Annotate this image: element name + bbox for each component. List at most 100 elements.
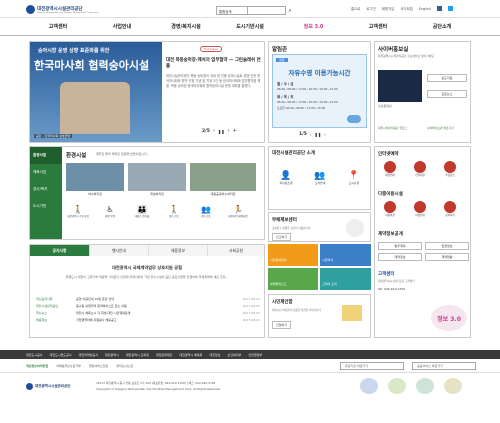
tile-history[interactable]: 시민역사 — [320, 244, 371, 266]
list-item[interactable]: 대전시설관리공단 웅수동 상업지역 원격하이스트 장소 이용 2017-08-03 — [36, 304, 260, 308]
banner-photo[interactable]: 숭아시장 운영 상향 표준화를 위한 한국마사회 협력숭아시설 공단 - 한국마… — [30, 42, 162, 142]
env-icon-2[interactable]: ♿ 현장 목적 — [98, 205, 122, 218]
next-icon[interactable]: › — [228, 128, 230, 134]
env-icon-3[interactable]: 👪 대청소 음식물 — [130, 205, 154, 218]
person-icon: 🚶 — [73, 205, 83, 214]
tab-env[interactable]: 환경사업 — [30, 147, 62, 164]
list-item[interactable]: 채용정보 가임행렬하체 자원봉사 채용공고 2017-08-01 — [36, 318, 260, 322]
logo[interactable]: 대전광역시시설관리공단 Daejeon Metropolitan City Fa… — [26, 5, 99, 14]
footer-link-5[interactable]: 대전광역시 교육청 — [126, 353, 149, 357]
footer-link-7[interactable]: 대전광역시 체육회 — [179, 353, 202, 357]
contract-btn-1[interactable]: 발주계획 — [378, 242, 422, 250]
twitter-icon[interactable] — [447, 6, 453, 11]
intro-section: 대전시설관리공단 소개 👤 이사장소개 👥 조직안내 📍 오시는길 — [268, 146, 371, 210]
policy-link[interactable]: 개인정보처리방침 — [26, 364, 48, 368]
cyber-more[interactable]: 홍보동영상 — [378, 104, 392, 108]
env-photo-1[interactable]: 하수처리장 — [66, 163, 124, 196]
tab-social[interactable]: 사회공헌 — [207, 245, 264, 256]
pr-link[interactable]: 사이버홍보관 바로가기 — [427, 126, 469, 130]
multi-3[interactable]: 공지하기 — [439, 201, 461, 217]
tab-welfare[interactable]: 경사/복지 — [30, 181, 62, 198]
util-login[interactable]: 로그인 — [366, 6, 375, 11]
search-select[interactable]: 통합검색 — [216, 6, 248, 15]
gnb-item-business[interactable]: 사업안내 — [90, 23, 154, 30]
cyber-video[interactable] — [378, 70, 422, 102]
search-icon[interactable]: ⌕ — [286, 6, 294, 15]
gnb-item-customer[interactable]: 고객센터 — [26, 23, 90, 30]
intro-ceo[interactable]: 👤 이사장소개 — [275, 171, 297, 185]
board-title[interactable]: 대전광역시 국제계약업무 상호지원 공협 — [30, 265, 264, 271]
contract-btn-3[interactable]: 계약정보 — [378, 253, 422, 261]
gnb-item-welfare[interactable]: 경영/복지시설 — [154, 23, 218, 30]
intro-map[interactable]: 📍 오시는길 — [343, 171, 365, 185]
footer-link-8[interactable]: 대전정보 — [209, 353, 220, 357]
footer-link-4[interactable]: 대전광역시 — [105, 353, 119, 357]
notice-prev-icon[interactable]: ‹ — [310, 132, 312, 137]
contract-btn-4[interactable]: 계약현황 — [425, 253, 469, 261]
public-select[interactable]: 공공서비스 바로가기 — [412, 361, 476, 370]
multi-2[interactable]: 이용안내 — [409, 201, 431, 217]
cert-mark-4-icon[interactable] — [444, 378, 462, 394]
env-photo-2[interactable]: 위생처리장 — [128, 163, 186, 196]
gnb-item-center[interactable]: 고객센터 — [346, 23, 410, 30]
cert-mark-3-icon[interactable] — [416, 378, 434, 394]
gnb-item-urban[interactable]: 도시기반시설 — [218, 23, 282, 30]
charter-link[interactable]: 행정서비스헌장 — [89, 364, 108, 368]
list-item[interactable]: 최신공지사항 공연 이용안내 10월 휴관 안내 2017-08-03 — [36, 297, 260, 301]
related-select[interactable]: 유관기관 바로가기 — [340, 361, 404, 370]
tab-notice[interactable]: 공지사항 — [30, 245, 89, 256]
cert-mark-2-icon[interactable] — [388, 378, 406, 394]
pf-button[interactable]: 신고하기 — [272, 233, 292, 241]
env-icon-4[interactable]: 🚶 현수 선도 — [162, 205, 186, 218]
list-item[interactable]: 최신뉴스 대전시 체육소시 각 회생 대전 시민행복운영 2017-08-03 — [36, 311, 260, 315]
env-icon-5[interactable]: 👥 공동 선도 — [194, 205, 218, 218]
footer-link-9[interactable]: 보건복지부 — [228, 353, 242, 357]
footer-link-1[interactable]: 대전도시공사 — [26, 353, 43, 357]
gnb-item-info[interactable]: 정보 3.0 — [282, 23, 346, 30]
tab-events[interactable]: 행사안내 — [89, 245, 148, 256]
notice-box[interactable]: 알림 자유수영 이용가능시간 월 / 수 / 금 06:00~08:00 / 1… — [272, 54, 367, 128]
footer-link-6[interactable]: 대전문화재단 — [156, 353, 173, 357]
tile-report[interactable]: 부패행위신고 — [268, 268, 318, 290]
footer-link-10[interactable]: 안전행정부 — [248, 353, 262, 357]
util-join[interactable]: 회원가입 — [382, 6, 394, 11]
util-english[interactable]: English — [419, 7, 431, 11]
email-link[interactable]: 이메일무단수집거부 — [56, 364, 81, 368]
plan-title: 시민제안함 — [272, 300, 293, 305]
prev-icon[interactable]: ‹ — [213, 128, 215, 134]
map-link[interactable]: 찾아오시는길 — [116, 364, 133, 368]
notice-next-icon[interactable]: › — [324, 132, 326, 137]
plus-icon[interactable]: + — [233, 128, 237, 134]
env-icon-1[interactable]: 🚶 대전광역시 수도사업 — [66, 205, 90, 218]
contract-btn-2[interactable]: 입찰정보 — [425, 242, 469, 250]
blog-link[interactable]: 대전시설관리공단 블로그 — [378, 126, 422, 130]
multi-1[interactable]: 이용이관 — [379, 201, 401, 217]
tab-jobs[interactable]: 채용정보 — [148, 245, 207, 256]
env-photo-3[interactable]: 대동공공하수처리장 — [190, 163, 256, 196]
intro-org[interactable]: 👥 조직안내 — [309, 171, 331, 185]
util-home[interactable]: 홈으로 — [351, 6, 360, 11]
press-button[interactable]: 보도자료 — [427, 74, 467, 82]
tab-urban[interactable]: 도시기반 — [30, 198, 62, 215]
reserve-3[interactable]: 수영강습 — [439, 161, 461, 177]
search-input[interactable] — [248, 6, 286, 15]
board-tabs: 공지사항 행사안내 채용정보 사회공헌 — [30, 245, 264, 256]
tile-citizen[interactable]: 시민참여센터 — [268, 244, 318, 266]
env-icon-6[interactable]: 🏃 대전자연 환경사업 — [226, 205, 250, 218]
tile-voice[interactable]: 고객의 소리 — [320, 268, 371, 290]
footer-link-3[interactable]: 대전마케팅공사 — [79, 353, 98, 357]
photo-news-button[interactable]: 포토뉴스 — [427, 90, 467, 98]
util-sitemap[interactable]: 사이트맵 — [400, 6, 412, 11]
gnb-item-about[interactable]: 공단소개 — [410, 23, 474, 30]
reserve-1[interactable]: 대전전대 — [379, 161, 401, 177]
facebook-icon[interactable] — [436, 6, 442, 11]
cert-mark-1-icon[interactable] — [360, 378, 378, 394]
notice-pause-icon[interactable]: ❚❚ — [315, 132, 322, 137]
banner-title[interactable]: 대전 목동숭마장-해석의 업무협약 — 그린슬래쉬 연출 — [166, 58, 263, 70]
pause-icon[interactable]: ❚❚ — [218, 129, 225, 134]
tab-sports[interactable]: 체육사업 — [30, 164, 62, 181]
plan-button[interactable]: 신청하기 — [272, 321, 292, 329]
banner-top-text: 숭아시장 운영 상향 표준화를 위한 — [38, 48, 110, 54]
reserve-2[interactable]: 전력지원 — [409, 161, 431, 177]
footer-link-2[interactable]: 대전도시철도공사 — [50, 353, 72, 357]
